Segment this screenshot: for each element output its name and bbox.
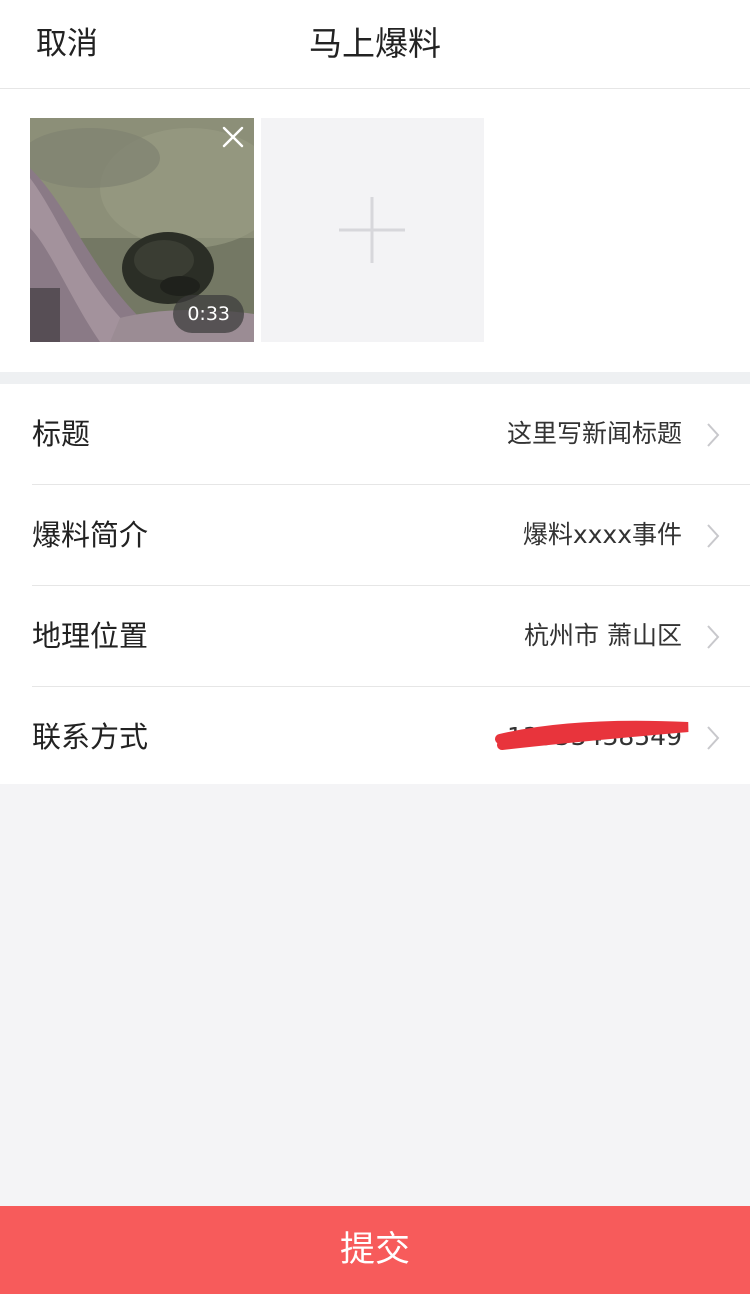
media-section: 0:33 — [0, 89, 750, 372]
form-row-title[interactable]: 标题 这里写新闻标题 — [32, 384, 750, 485]
section-divider — [0, 372, 750, 384]
form-row-contact[interactable]: 联系方式 13553438549 — [32, 687, 750, 787]
chevron-right-icon — [707, 423, 720, 447]
add-media-button[interactable] — [261, 118, 484, 342]
video-thumbnail[interactable]: 0:33 — [30, 118, 254, 342]
chevron-right-icon — [707, 625, 720, 649]
page-title: 马上爆料 — [309, 24, 441, 63]
redaction-mark — [495, 720, 689, 750]
submit-button[interactable]: 提交 — [0, 1206, 750, 1294]
form-row-location[interactable]: 地理位置 杭州市 萧山区 — [32, 586, 750, 687]
video-duration-badge: 0:33 — [173, 295, 244, 333]
report-form: 标题 这里写新闻标题 爆料简介 爆料xxxx事件 地理位置 杭州市 萧山区 联系… — [0, 384, 750, 784]
form-row-label: 爆料简介 — [32, 518, 149, 552]
chevron-right-icon — [707, 726, 720, 750]
form-row-value: 爆料xxxx事件 — [522, 520, 682, 549]
plus-icon — [339, 197, 405, 263]
close-icon[interactable] — [220, 124, 246, 150]
form-row-label: 标题 — [32, 417, 91, 451]
form-row-summary[interactable]: 爆料简介 爆料xxxx事件 — [32, 485, 750, 586]
form-row-value: 这里写新闻标题 — [506, 419, 682, 448]
form-row-label: 地理位置 — [32, 619, 149, 653]
chevron-right-icon — [707, 524, 720, 548]
form-row-value: 杭州市 萧山区 — [524, 621, 682, 650]
form-row-label: 联系方式 — [32, 720, 149, 754]
navigation-bar: 取消 马上爆料 — [0, 0, 750, 89]
